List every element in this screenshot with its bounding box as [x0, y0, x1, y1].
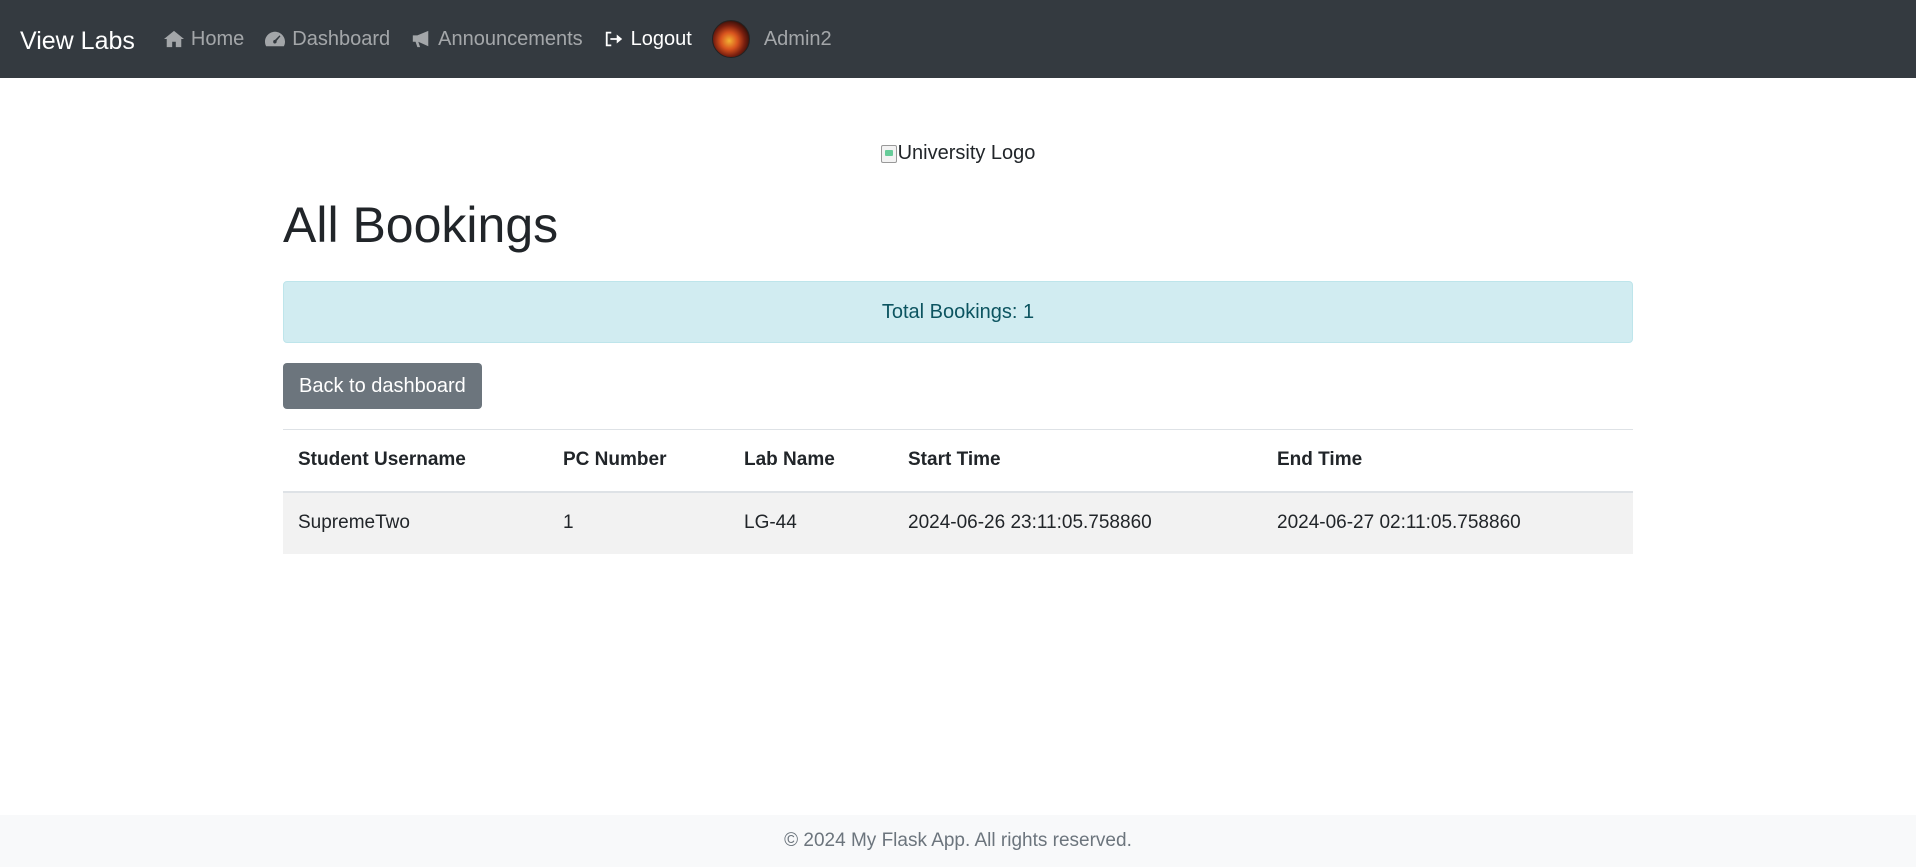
total-bookings-alert: Total Bookings: 1: [283, 281, 1633, 343]
header-end-time: End Time: [1262, 429, 1633, 493]
nav-logout-link[interactable]: Logout: [603, 28, 692, 51]
nav-announcements-label: Announcements: [438, 27, 583, 50]
nav-home-link[interactable]: Home: [163, 28, 244, 51]
top-navbar: View Labs Home Dashboard Announcements L…: [0, 0, 1916, 78]
header-start-time: Start Time: [893, 429, 1262, 493]
header-lab-name: Lab Name: [729, 429, 893, 493]
nav-logout-label: Logout: [630, 27, 692, 50]
table-row: SupremeTwo 1 LG-44 2024-06-26 23:11:05.7…: [283, 491, 1633, 554]
user-avatar[interactable]: [711, 20, 750, 58]
cell-end-time: 2024-06-27 02:11:05.758860: [1277, 512, 1521, 533]
home-icon: [163, 30, 184, 48]
header-pc-number: PC Number: [548, 429, 729, 493]
nav-dashboard-link[interactable]: Dashboard: [264, 28, 390, 51]
brand-link[interactable]: View Labs: [20, 23, 135, 56]
bookings-table: Student Username PC Number Lab Name Star…: [283, 429, 1633, 554]
header-student-username: Student Username: [283, 429, 548, 493]
university-logo: University Logo: [880, 142, 1036, 165]
cell-pc-number: 1: [563, 512, 574, 533]
nav-announcements-link[interactable]: Announcements: [410, 28, 583, 51]
nav-dashboard-label: Dashboard: [292, 27, 391, 50]
footer-text: © 2024 My Flask App. All rights reserved…: [784, 830, 1132, 851]
megaphone-icon: [412, 30, 429, 48]
main-container: University Logo All Bookings Total Booki…: [283, 142, 1633, 554]
back-to-dashboard-button[interactable]: Back to dashboard: [283, 363, 482, 409]
logo-alt-text: University Logo: [897, 142, 1036, 164]
cell-lab-name: LG-44: [744, 512, 797, 533]
cell-student-username: SupremeTwo: [298, 512, 410, 533]
cell-start-time: 2024-06-26 23:11:05.758860: [908, 512, 1152, 533]
table-header-row: Student Username PC Number Lab Name Star…: [283, 429, 1633, 493]
logout-icon: [605, 31, 622, 47]
user-name[interactable]: Admin2: [764, 28, 832, 51]
total-bookings-text: Total Bookings: 1: [881, 300, 1035, 323]
logo-wrapper: University Logo: [283, 142, 1633, 170]
page-title: All Bookings: [283, 197, 559, 253]
page-footer: © 2024 My Flask App. All rights reserved…: [0, 815, 1916, 867]
nav-home-label: Home: [190, 27, 245, 50]
dashboard-icon: [265, 31, 286, 47]
broken-image-icon: [880, 144, 897, 163]
